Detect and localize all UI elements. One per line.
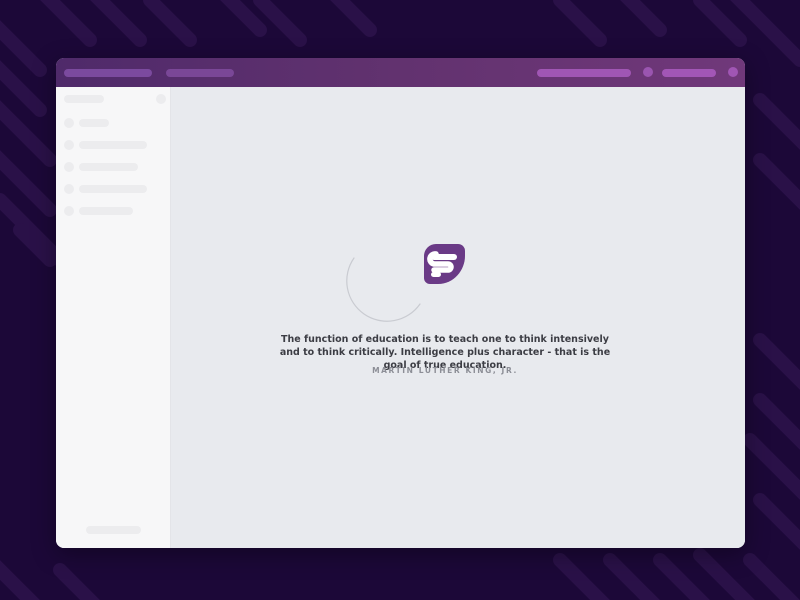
- quote-author: MARTIN LUTHER KING, JR.: [372, 366, 518, 375]
- nav-placeholder-search: [537, 69, 631, 77]
- sidebar: [56, 87, 171, 548]
- sidebar-placeholder-footer: [86, 526, 141, 534]
- main-content: [171, 87, 745, 548]
- nav-placeholder-avatar: [643, 67, 653, 77]
- loading-spinner-icon: [346, 257, 421, 322]
- nav-placeholder-menu: [728, 67, 738, 77]
- nav-placeholder-user: [662, 69, 716, 77]
- sidebar-placeholder-toggle: [156, 94, 166, 104]
- nav-placeholder-item: [166, 69, 234, 77]
- loading-indicator: [342, 242, 426, 326]
- brand-logo: [424, 244, 465, 284]
- nav-placeholder-title: [64, 69, 152, 77]
- sidebar-placeholder-header: [64, 95, 104, 103]
- top-nav-bar: [56, 58, 745, 87]
